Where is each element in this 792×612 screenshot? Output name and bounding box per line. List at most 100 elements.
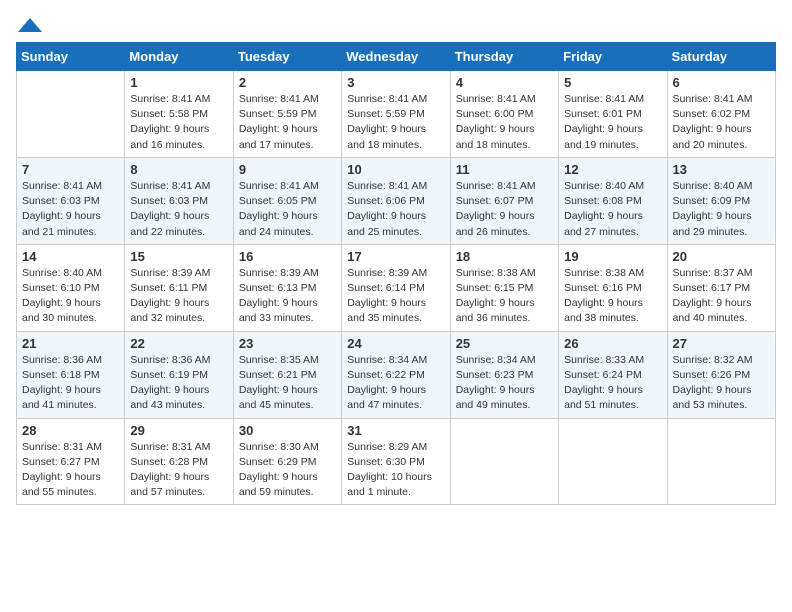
day-number: 19 bbox=[564, 249, 661, 264]
weekday-header-row: SundayMondayTuesdayWednesdayThursdayFrid… bbox=[17, 43, 776, 71]
day-number: 15 bbox=[130, 249, 227, 264]
day-info: Sunrise: 8:36 AMSunset: 6:18 PMDaylight:… bbox=[22, 353, 119, 414]
weekday-header-monday: Monday bbox=[125, 43, 233, 71]
day-info: Sunrise: 8:34 AMSunset: 6:22 PMDaylight:… bbox=[347, 353, 444, 414]
day-info: Sunrise: 8:29 AMSunset: 6:30 PMDaylight:… bbox=[347, 440, 444, 501]
day-info: Sunrise: 8:41 AMSunset: 6:03 PMDaylight:… bbox=[130, 179, 227, 240]
day-number: 18 bbox=[456, 249, 553, 264]
calendar-cell bbox=[667, 418, 775, 505]
day-number: 8 bbox=[130, 162, 227, 177]
day-info: Sunrise: 8:40 AMSunset: 6:08 PMDaylight:… bbox=[564, 179, 661, 240]
day-info: Sunrise: 8:41 AMSunset: 5:59 PMDaylight:… bbox=[239, 92, 336, 153]
calendar-cell: 5Sunrise: 8:41 AMSunset: 6:01 PMDaylight… bbox=[559, 71, 667, 158]
calendar-cell: 3Sunrise: 8:41 AMSunset: 5:59 PMDaylight… bbox=[342, 71, 450, 158]
calendar-cell: 30Sunrise: 8:30 AMSunset: 6:29 PMDayligh… bbox=[233, 418, 341, 505]
calendar-week-row: 14 Sunrise: 8:40 AMSunset: 6:10 PMDayligh… bbox=[17, 244, 776, 331]
calendar-cell: 24 Sunrise: 8:34 AMSunset: 6:22 PMDayligh… bbox=[342, 331, 450, 418]
calendar-cell: 13Sunrise: 8:40 AMSunset: 6:09 PMDayligh… bbox=[667, 157, 775, 244]
calendar-cell: 9 Sunrise: 8:41 AMSunset: 6:05 PMDaylight… bbox=[233, 157, 341, 244]
day-info: Sunrise: 8:31 AMSunset: 6:28 PMDaylight:… bbox=[130, 440, 227, 501]
logo-icon bbox=[16, 16, 44, 34]
calendar-cell: 16 Sunrise: 8:39 AMSunset: 6:13 PMDayligh… bbox=[233, 244, 341, 331]
calendar-cell: 14 Sunrise: 8:40 AMSunset: 6:10 PMDayligh… bbox=[17, 244, 125, 331]
day-number: 9 bbox=[239, 162, 336, 177]
day-number: 7 bbox=[22, 162, 119, 177]
day-info: Sunrise: 8:31 AMSunset: 6:27 PMDaylight:… bbox=[22, 440, 119, 501]
calendar-cell: 31 Sunrise: 8:29 AMSunset: 6:30 PMDayligh… bbox=[342, 418, 450, 505]
day-number: 30 bbox=[239, 423, 336, 438]
day-number: 12 bbox=[564, 162, 661, 177]
weekday-header-friday: Friday bbox=[559, 43, 667, 71]
day-info: Sunrise: 8:41 AMSunset: 6:05 PMDaylight:… bbox=[239, 179, 336, 240]
calendar-cell: 22Sunrise: 8:36 AMSunset: 6:19 PMDayligh… bbox=[125, 331, 233, 418]
weekday-header-saturday: Saturday bbox=[667, 43, 775, 71]
calendar-cell: 10Sunrise: 8:41 AMSunset: 6:06 PMDayligh… bbox=[342, 157, 450, 244]
page-header bbox=[16, 16, 776, 34]
calendar-cell: 20Sunrise: 8:37 AMSunset: 6:17 PMDayligh… bbox=[667, 244, 775, 331]
day-info: Sunrise: 8:41 AMSunset: 5:59 PMDaylight:… bbox=[347, 92, 444, 153]
day-number: 11 bbox=[456, 162, 553, 177]
day-number: 31 bbox=[347, 423, 444, 438]
day-info: Sunrise: 8:41 AMSunset: 6:07 PMDaylight:… bbox=[456, 179, 553, 240]
day-number: 27 bbox=[673, 336, 770, 351]
day-number: 1 bbox=[130, 75, 227, 90]
day-info: Sunrise: 8:35 AMSunset: 6:21 PMDaylight:… bbox=[239, 353, 336, 414]
day-number: 25 bbox=[456, 336, 553, 351]
day-info: Sunrise: 8:32 AMSunset: 6:26 PMDaylight:… bbox=[673, 353, 770, 414]
day-number: 10 bbox=[347, 162, 444, 177]
calendar-cell: 7Sunrise: 8:41 AMSunset: 6:03 PMDaylight… bbox=[17, 157, 125, 244]
calendar-cell: 6 Sunrise: 8:41 AMSunset: 6:02 PMDaylight… bbox=[667, 71, 775, 158]
calendar-cell: 21Sunrise: 8:36 AMSunset: 6:18 PMDayligh… bbox=[17, 331, 125, 418]
day-info: Sunrise: 8:33 AMSunset: 6:24 PMDaylight:… bbox=[564, 353, 661, 414]
calendar-cell: 11 Sunrise: 8:41 AMSunset: 6:07 PMDayligh… bbox=[450, 157, 558, 244]
day-number: 23 bbox=[239, 336, 336, 351]
logo bbox=[16, 16, 48, 34]
calendar-table: SundayMondayTuesdayWednesdayThursdayFrid… bbox=[16, 42, 776, 505]
day-info: Sunrise: 8:41 AMSunset: 6:00 PMDaylight:… bbox=[456, 92, 553, 153]
calendar-cell: 27 Sunrise: 8:32 AMSunset: 6:26 PMDayligh… bbox=[667, 331, 775, 418]
day-number: 13 bbox=[673, 162, 770, 177]
day-number: 16 bbox=[239, 249, 336, 264]
day-info: Sunrise: 8:39 AMSunset: 6:11 PMDaylight:… bbox=[130, 266, 227, 327]
day-info: Sunrise: 8:37 AMSunset: 6:17 PMDaylight:… bbox=[673, 266, 770, 327]
calendar-cell: 15 Sunrise: 8:39 AMSunset: 6:11 PMDayligh… bbox=[125, 244, 233, 331]
day-info: Sunrise: 8:41 AMSunset: 5:58 PMDaylight:… bbox=[130, 92, 227, 153]
day-info: Sunrise: 8:36 AMSunset: 6:19 PMDaylight:… bbox=[130, 353, 227, 414]
calendar-cell: 26 Sunrise: 8:33 AMSunset: 6:24 PMDayligh… bbox=[559, 331, 667, 418]
day-info: Sunrise: 8:39 AMSunset: 6:14 PMDaylight:… bbox=[347, 266, 444, 327]
weekday-header-thursday: Thursday bbox=[450, 43, 558, 71]
day-number: 6 bbox=[673, 75, 770, 90]
calendar-cell: 1 Sunrise: 8:41 AMSunset: 5:58 PMDaylight… bbox=[125, 71, 233, 158]
calendar-week-row: 7 Sunrise: 8:41 AMSunset: 6:03 PMDaylight… bbox=[17, 157, 776, 244]
day-info: Sunrise: 8:34 AMSunset: 6:23 PMDaylight:… bbox=[456, 353, 553, 414]
calendar-cell: 18Sunrise: 8:38 AMSunset: 6:15 PMDayligh… bbox=[450, 244, 558, 331]
day-number: 2 bbox=[239, 75, 336, 90]
calendar-week-row: 1 Sunrise: 8:41 AMSunset: 5:58 PMDaylight… bbox=[17, 71, 776, 158]
calendar-cell bbox=[559, 418, 667, 505]
calendar-cell: 2 Sunrise: 8:41 AMSunset: 5:59 PMDaylight… bbox=[233, 71, 341, 158]
day-info: Sunrise: 8:41 AMSunset: 6:02 PMDaylight:… bbox=[673, 92, 770, 153]
calendar-week-row: 28 Sunrise: 8:31 AMSunset: 6:27 PMDayligh… bbox=[17, 418, 776, 505]
day-number: 26 bbox=[564, 336, 661, 351]
calendar-cell: 23 Sunrise: 8:35 AMSunset: 6:21 PMDayligh… bbox=[233, 331, 341, 418]
weekday-header-wednesday: Wednesday bbox=[342, 43, 450, 71]
weekday-header-tuesday: Tuesday bbox=[233, 43, 341, 71]
calendar-cell: 19 Sunrise: 8:38 AMSunset: 6:16 PMDayligh… bbox=[559, 244, 667, 331]
calendar-cell: 4 Sunrise: 8:41 AMSunset: 6:00 PMDaylight… bbox=[450, 71, 558, 158]
calendar-cell: 29 Sunrise: 8:31 AMSunset: 6:28 PMDayligh… bbox=[125, 418, 233, 505]
calendar-cell: 8 Sunrise: 8:41 AMSunset: 6:03 PMDaylight… bbox=[125, 157, 233, 244]
calendar-cell bbox=[450, 418, 558, 505]
day-number: 29 bbox=[130, 423, 227, 438]
calendar-cell: 12 Sunrise: 8:40 AMSunset: 6:08 PMDayligh… bbox=[559, 157, 667, 244]
day-info: Sunrise: 8:40 AMSunset: 6:10 PMDaylight:… bbox=[22, 266, 119, 327]
calendar-cell: 25 Sunrise: 8:34 AMSunset: 6:23 PMDayligh… bbox=[450, 331, 558, 418]
day-number: 28 bbox=[22, 423, 119, 438]
day-info: Sunrise: 8:41 AMSunset: 6:01 PMDaylight:… bbox=[564, 92, 661, 153]
day-number: 24 bbox=[347, 336, 444, 351]
day-number: 14 bbox=[22, 249, 119, 264]
weekday-header-sunday: Sunday bbox=[17, 43, 125, 71]
calendar-cell bbox=[17, 71, 125, 158]
day-number: 4 bbox=[456, 75, 553, 90]
day-info: Sunrise: 8:38 AMSunset: 6:16 PMDaylight:… bbox=[564, 266, 661, 327]
day-info: Sunrise: 8:39 AMSunset: 6:13 PMDaylight:… bbox=[239, 266, 336, 327]
